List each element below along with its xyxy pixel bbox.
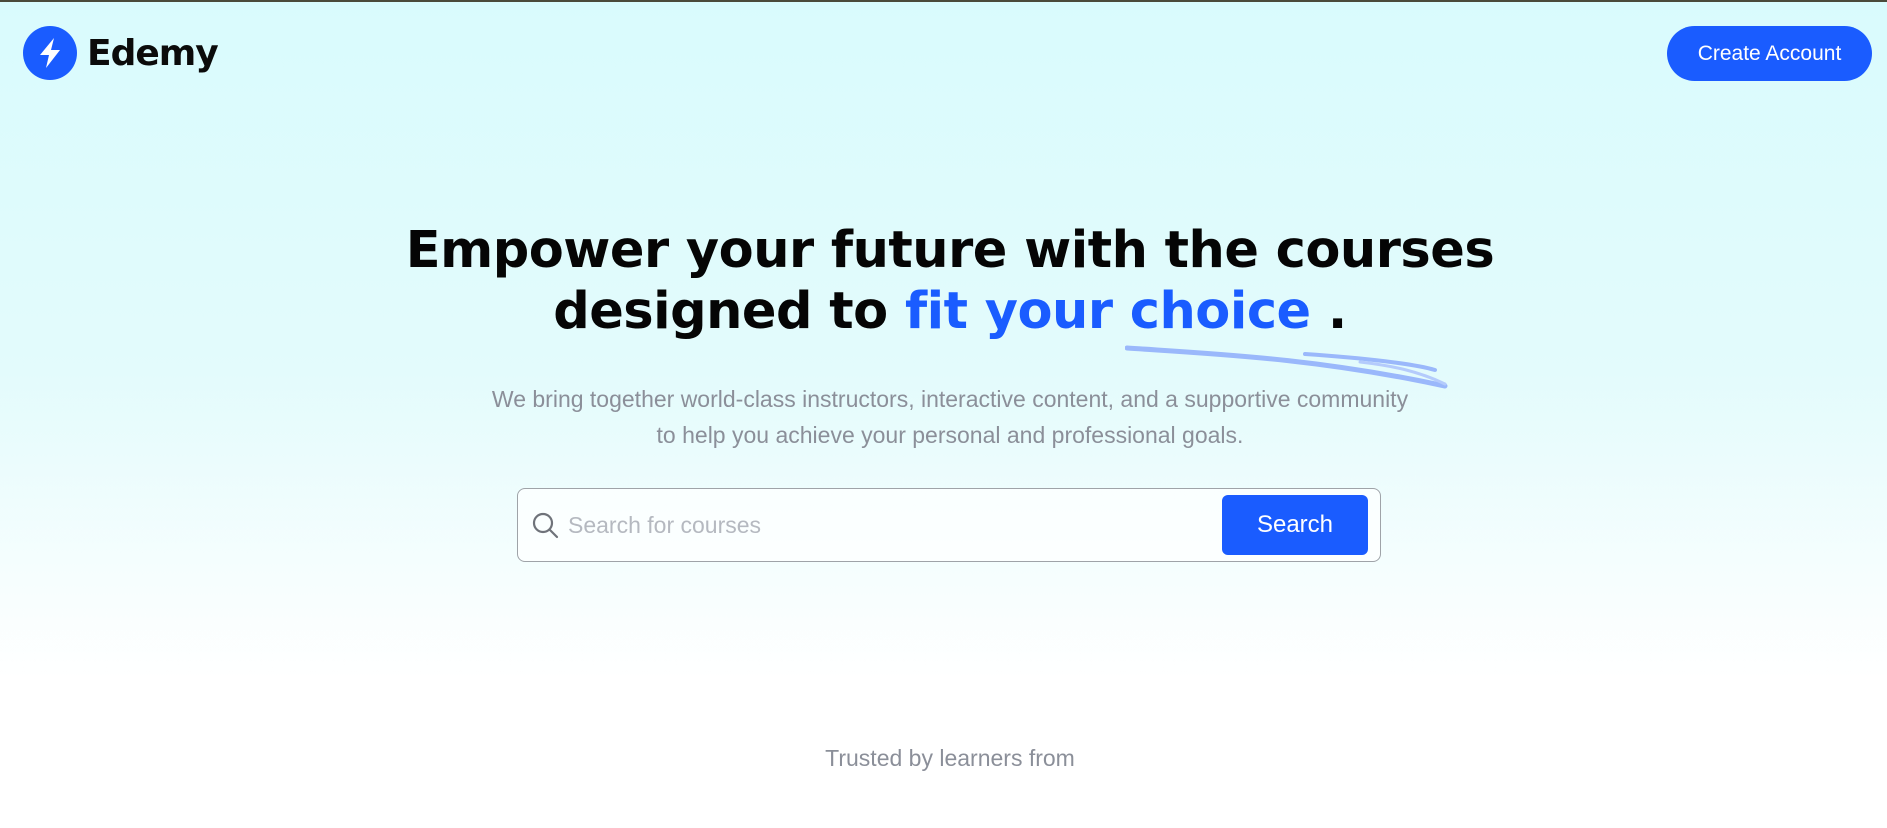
course-search-bar: Search — [517, 488, 1381, 562]
create-account-button[interactable]: Create Account — [1667, 26, 1872, 81]
hero-subtitle-line1: We bring together world-class instructor… — [491, 386, 1409, 412]
hero-title-line1: Empower your future with the courses — [405, 221, 1495, 280]
trusted-by-label: Trusted by learners from — [825, 745, 1075, 771]
lightning-bolt-icon — [23, 26, 77, 80]
search-button[interactable]: Search — [1222, 495, 1368, 555]
hero-title-highlight: fit your choice — [904, 282, 1311, 341]
search-input[interactable] — [568, 499, 1218, 551]
hero-subtitle-line2: to help you achieve your personal and pr… — [656, 422, 1244, 448]
site-header: Edemy Create Account — [0, 0, 1887, 110]
hero-title-suffix: . — [1310, 282, 1347, 341]
hero-title-line2-prefix: designed to — [553, 282, 905, 341]
hero-subtitle: We bring together world-class instructor… — [0, 381, 1887, 453]
hero-title: Empower your future with the courses des… — [0, 220, 1887, 342]
brand-name: Edemy — [87, 32, 219, 74]
search-icon — [532, 512, 559, 539]
brand-logo[interactable]: Edemy — [23, 26, 219, 80]
